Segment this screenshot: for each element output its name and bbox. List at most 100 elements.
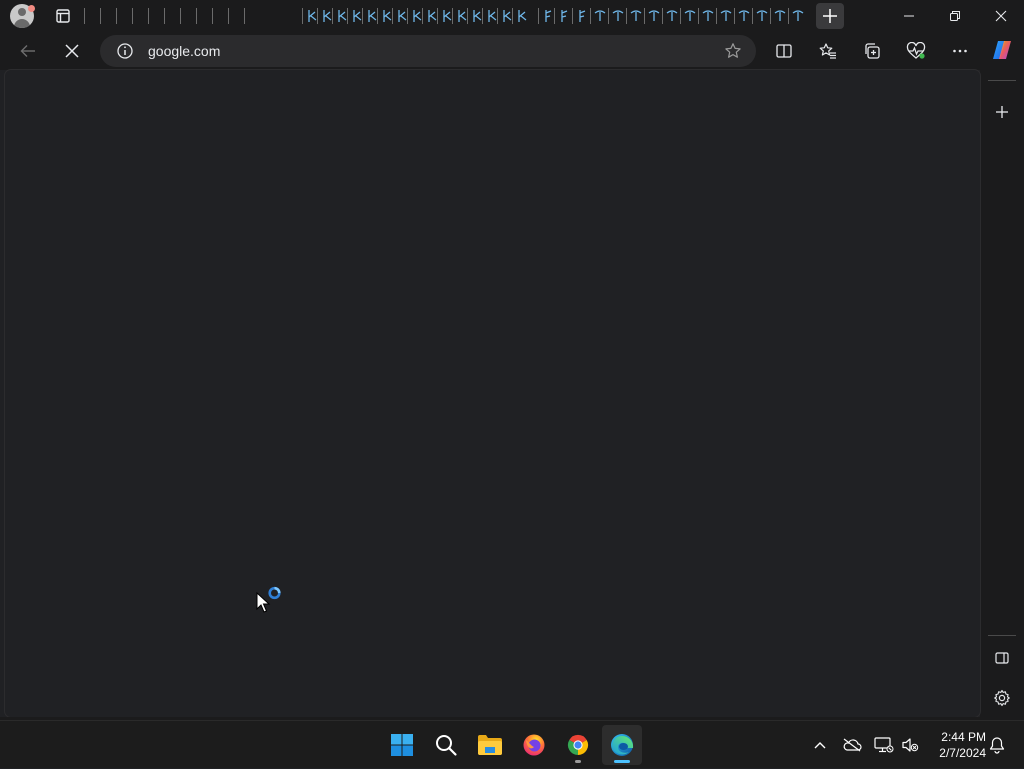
tab-separator <box>422 8 423 24</box>
more-dots-icon <box>953 49 967 53</box>
network-button[interactable] <box>872 733 896 757</box>
address-text[interactable]: google.com <box>148 43 220 59</box>
tab-separator <box>680 8 681 24</box>
chrome-button[interactable] <box>558 725 598 765</box>
back-button[interactable] <box>10 35 46 67</box>
clock-time: 2:44 PM <box>941 730 986 744</box>
tab-separator <box>212 8 213 24</box>
tab-favicon-icon[interactable] <box>648 9 660 23</box>
split-screen-icon <box>776 44 792 58</box>
favorites-button[interactable] <box>810 35 846 67</box>
tab-favicon-icon[interactable] <box>738 9 750 23</box>
add-sidebar-app-button[interactable] <box>990 100 1014 124</box>
tab-separator <box>608 8 609 24</box>
browser-essentials-button[interactable] <box>898 35 934 67</box>
close-button[interactable] <box>978 0 1024 32</box>
network-monitor-icon <box>874 737 894 753</box>
address-bar[interactable]: google.com <box>100 35 756 67</box>
tab-favicon-icon[interactable] <box>542 9 554 23</box>
clock[interactable]: 2:44 PM 2/7/2024 <box>928 729 986 761</box>
restore-button[interactable] <box>932 0 978 32</box>
windows-taskbar: 2:44 PM 2/7/2024 <box>0 720 1024 768</box>
tab-favicon-icon[interactable] <box>774 9 786 23</box>
tab-separator <box>132 8 133 24</box>
folder-icon <box>478 735 502 755</box>
tab-separator <box>716 8 717 24</box>
tab-favicon-icon[interactable] <box>576 9 588 23</box>
collections-button[interactable] <box>854 35 890 67</box>
tab-favicon-icon[interactable] <box>612 9 624 23</box>
cloud-offline-icon <box>843 738 862 752</box>
edge-sidebar <box>980 32 1024 720</box>
tab-favicon-icon[interactable] <box>558 9 570 23</box>
tab-favicon-icon[interactable] <box>756 9 768 23</box>
bell-icon <box>989 737 1005 754</box>
tab-favicon-icon[interactable] <box>516 9 528 23</box>
split-screen-button[interactable] <box>766 35 802 67</box>
sidebar-settings-button[interactable] <box>990 686 1014 710</box>
hide-sidebar-button[interactable] <box>990 646 1014 670</box>
tab-favicon-icon[interactable] <box>792 9 804 23</box>
collections-icon <box>865 43 880 59</box>
tab-separator <box>196 8 197 24</box>
edge-button[interactable] <box>602 725 642 765</box>
window-controls <box>886 0 1024 32</box>
file-explorer-button[interactable] <box>470 725 510 765</box>
show-hidden-icons-button[interactable] <box>808 733 832 757</box>
new-tab-button[interactable] <box>816 3 844 29</box>
back-arrow-icon <box>20 45 35 57</box>
firefox-button[interactable] <box>514 725 554 765</box>
start-button[interactable] <box>382 725 422 765</box>
tab-separator <box>698 8 699 24</box>
tab-separator <box>452 8 453 24</box>
tab-favicon-icon[interactable] <box>684 9 696 23</box>
minimize-icon <box>904 15 914 17</box>
tab-separator <box>244 8 245 24</box>
onedrive-button[interactable] <box>840 733 864 757</box>
edge-active-indicator <box>614 760 630 763</box>
tab-separator <box>662 8 663 24</box>
tab-favicon-icon[interactable] <box>594 9 606 23</box>
toolbar-actions <box>766 35 978 67</box>
search-button[interactable] <box>426 725 466 765</box>
page-content-area[interactable] <box>5 70 980 717</box>
chrome-running-indicator <box>575 760 581 763</box>
copilot-icon <box>993 41 1011 59</box>
windows-logo-icon <box>391 734 413 756</box>
minimize-button[interactable] <box>886 0 932 32</box>
browser-toolbar: google.com <box>0 32 980 70</box>
stop-loading-button[interactable] <box>54 35 90 67</box>
tab-separator <box>302 8 303 24</box>
tab-separator <box>734 8 735 24</box>
edge-icon <box>611 734 634 756</box>
volume-button[interactable] <box>898 733 922 757</box>
plus-icon <box>996 106 1008 118</box>
site-info-icon[interactable] <box>116 42 134 60</box>
tab-separator <box>512 8 513 24</box>
notifications-button[interactable] <box>986 733 1008 757</box>
tab-separator <box>572 8 573 24</box>
tab-separator <box>332 8 333 24</box>
tab-favicon-icon[interactable] <box>702 9 714 23</box>
tab-separator <box>180 8 181 24</box>
chevron-up-icon <box>814 742 826 749</box>
tab-favicon-icon[interactable] <box>630 9 642 23</box>
tab-favicon-icon[interactable] <box>666 9 678 23</box>
tab-separator <box>752 8 753 24</box>
tab-favicon-icon[interactable] <box>720 9 732 23</box>
restore-icon <box>950 11 960 21</box>
tab-separator <box>407 8 408 24</box>
tab-separator <box>770 8 771 24</box>
copilot-button[interactable] <box>990 38 1014 62</box>
tab-separator <box>497 8 498 24</box>
tab-separator <box>467 8 468 24</box>
tab-separator <box>590 8 591 24</box>
tab-strip[interactable] <box>82 6 812 26</box>
busy-cursor-icon <box>256 586 281 613</box>
tab-separator <box>538 8 539 24</box>
favorite-star-icon[interactable] <box>724 42 742 60</box>
tab-actions-icon[interactable] <box>54 7 72 25</box>
settings-more-button[interactable] <box>942 35 978 67</box>
tab-separator <box>644 8 645 24</box>
system-tray <box>808 721 922 769</box>
